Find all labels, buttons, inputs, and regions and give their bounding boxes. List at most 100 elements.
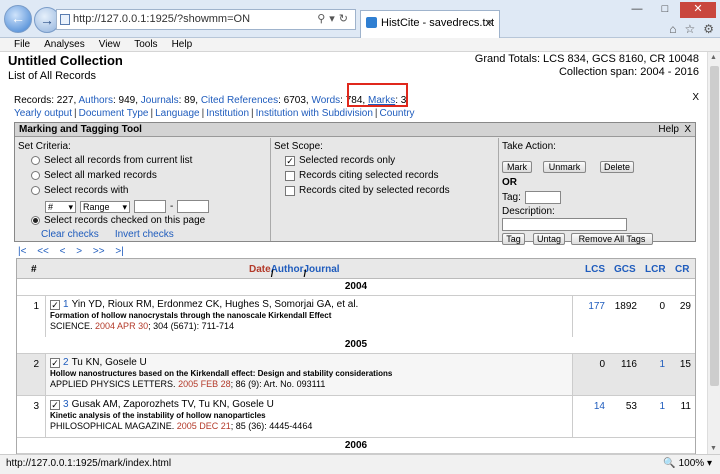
cited-references-link[interactable]: Cited References: [201, 95, 278, 106]
sort-cr-link[interactable]: CR: [675, 264, 689, 275]
description-input[interactable]: [502, 218, 627, 231]
tag-input[interactable]: [524, 191, 561, 204]
maximize-button[interactable]: □: [652, 2, 678, 18]
collection-title: Untitled Collection: [8, 53, 123, 68]
zoom-control[interactable]: 🔍 100% ▾: [663, 455, 712, 473]
menu-analyses[interactable]: Analyses: [44, 38, 85, 51]
close-window-button[interactable]: ✕: [680, 2, 716, 18]
sort-author-link[interactable]: Author: [271, 264, 304, 275]
institution-subdivision-link[interactable]: Institution with Subdivision: [256, 108, 373, 119]
close-stats-button[interactable]: X: [692, 92, 699, 103]
record-checkbox[interactable]: ✓: [50, 299, 60, 310]
sort-date-link[interactable]: Date: [249, 264, 271, 275]
record-checkbox[interactable]: ✓: [50, 357, 60, 368]
menu-file[interactable]: File: [14, 38, 30, 51]
record-body: ✓ 1 Yin YD, Rioux RM, Erdonmez CK, Hughes …: [45, 296, 573, 337]
menu-tools[interactable]: Tools: [134, 38, 157, 51]
minimize-button[interactable]: —: [624, 2, 650, 18]
record-authors-line: ✓ 3 Gusak AM, Zaporozhets TV, Tu KN, Gosel…: [50, 399, 568, 410]
vertical-scrollbar[interactable]: ▲ ▼: [707, 52, 720, 454]
sort-gcs-link[interactable]: GCS: [614, 264, 636, 275]
grand-totals: Grand Totals: LCS 834, GCS 8160, CR 1004…: [475, 53, 699, 79]
home-icon[interactable]: ⌂: [669, 22, 676, 36]
field-select[interactable]: # ▾: [45, 200, 76, 213]
radio-button[interactable]: [31, 171, 40, 180]
refresh-icon[interactable]: ↻: [339, 13, 352, 25]
dropdown-icon[interactable]: ▾: [329, 13, 339, 25]
scope-cited-by[interactable]: Records cited by selected records: [285, 185, 450, 196]
scope-header: Set Scope:: [274, 141, 323, 152]
institution-link[interactable]: Institution: [206, 108, 249, 119]
sort-lcr-link[interactable]: LCR: [645, 264, 666, 275]
delete-button[interactable]: Delete: [600, 161, 634, 173]
row-number: 1: [33, 301, 39, 312]
criteria-all-current[interactable]: Select all records from current list: [31, 155, 192, 166]
year-group-header: 2006: [17, 437, 695, 453]
criteria-records-with[interactable]: Select records with: [31, 185, 128, 196]
radio-button[interactable]: [31, 156, 40, 165]
lcr-value-link[interactable]: 1: [639, 359, 665, 370]
document-type-link[interactable]: Document Type: [79, 108, 149, 119]
record-index-link[interactable]: 1: [63, 299, 69, 310]
scope-citing[interactable]: Records citing selected records: [285, 170, 439, 181]
tool-title: Marking and Tagging Tool: [19, 124, 142, 135]
checkbox[interactable]: [285, 185, 295, 196]
sort-lcs-link[interactable]: LCS: [585, 264, 605, 275]
address-bar[interactable]: http://127.0.0.1:1925/?showmm=ON ⚲▾↻: [56, 9, 356, 30]
checkbox-checked[interactable]: ✓: [285, 155, 295, 166]
cited-count: : 6703,: [278, 95, 312, 106]
table-header: # Date / Author / Journal LCS GCS LCR CR: [17, 259, 695, 280]
radio-button-selected[interactable]: [31, 216, 40, 225]
authors-link[interactable]: Authors: [78, 95, 112, 106]
menu-view[interactable]: View: [99, 38, 121, 51]
lcs-value-link[interactable]: 14: [577, 401, 605, 412]
range-to-input[interactable]: [177, 200, 210, 213]
tab-close-icon[interactable]: ×: [487, 11, 493, 35]
range-select[interactable]: Range ▾: [80, 200, 130, 213]
radio-button[interactable]: [31, 186, 40, 195]
remove-all-tags-button[interactable]: Remove All Tags: [571, 233, 653, 245]
checkbox[interactable]: [285, 170, 295, 181]
zoom-icon: 🔍: [663, 458, 676, 469]
grand-totals-text: Grand Totals: LCS 834, GCS 8160, CR 1004…: [474, 53, 699, 65]
record-authors: Gusak AM, Zaporozhets TV, Tu KN, Gosele …: [71, 399, 274, 410]
tab-histcite[interactable]: HistCite - savedrecs.txt ×: [360, 10, 500, 38]
scroll-down-icon[interactable]: ▼: [710, 445, 717, 452]
sort-journal-link[interactable]: Journal: [303, 264, 339, 275]
lcr-value-link[interactable]: 1: [639, 401, 665, 412]
range-from-input[interactable]: [134, 200, 166, 213]
language-link[interactable]: Language: [155, 108, 200, 119]
tool-help-button[interactable]: Help: [658, 123, 679, 137]
scope-selected-only[interactable]: ✓ Selected records only: [285, 155, 395, 166]
scroll-up-icon[interactable]: ▲: [710, 54, 717, 61]
scrollbar-thumb[interactable]: [710, 66, 719, 386]
address-controls[interactable]: ⚲▾↻: [317, 10, 352, 29]
words-link[interactable]: Words: [311, 95, 340, 106]
gear-icon[interactable]: ⚙: [703, 22, 714, 36]
lcs-value-link[interactable]: 177: [577, 301, 605, 312]
back-button[interactable]: ←: [4, 5, 32, 33]
yearly-output-link[interactable]: Yearly output: [14, 108, 72, 119]
tag-button[interactable]: Tag: [502, 233, 525, 245]
record-checkbox[interactable]: ✓: [50, 399, 60, 410]
untag-button[interactable]: Untag: [533, 233, 565, 245]
country-link[interactable]: Country: [380, 108, 415, 119]
mark-button[interactable]: Mark: [502, 161, 532, 173]
criteria-all-marked[interactable]: Select all marked records: [31, 170, 157, 181]
invert-checks-link[interactable]: Invert checks: [115, 229, 174, 240]
favorites-star-icon[interactable]: ☆: [684, 22, 695, 36]
clear-checks-link[interactable]: Clear checks: [41, 229, 99, 240]
pagination[interactable]: |< << < > >> >|: [18, 246, 124, 257]
unmark-button[interactable]: Unmark: [543, 161, 586, 173]
record-title: Hollow nanostructures based on the Kirke…: [50, 369, 393, 378]
set-criteria-panel: Set Criteria: Select all records from cu…: [15, 138, 271, 241]
criteria-checked-on-page[interactable]: Select records checked on this page: [31, 215, 205, 226]
tool-close-button[interactable]: X: [684, 123, 691, 137]
search-icon[interactable]: ⚲: [317, 13, 329, 25]
menu-help[interactable]: Help: [172, 38, 193, 51]
header-separator: /: [270, 269, 274, 280]
record-index-link[interactable]: 2: [63, 357, 69, 368]
journals-link[interactable]: Journals: [141, 95, 179, 106]
record-index-link[interactable]: 3: [63, 399, 69, 410]
record-authors: Tu KN, Gosele U: [71, 357, 147, 368]
